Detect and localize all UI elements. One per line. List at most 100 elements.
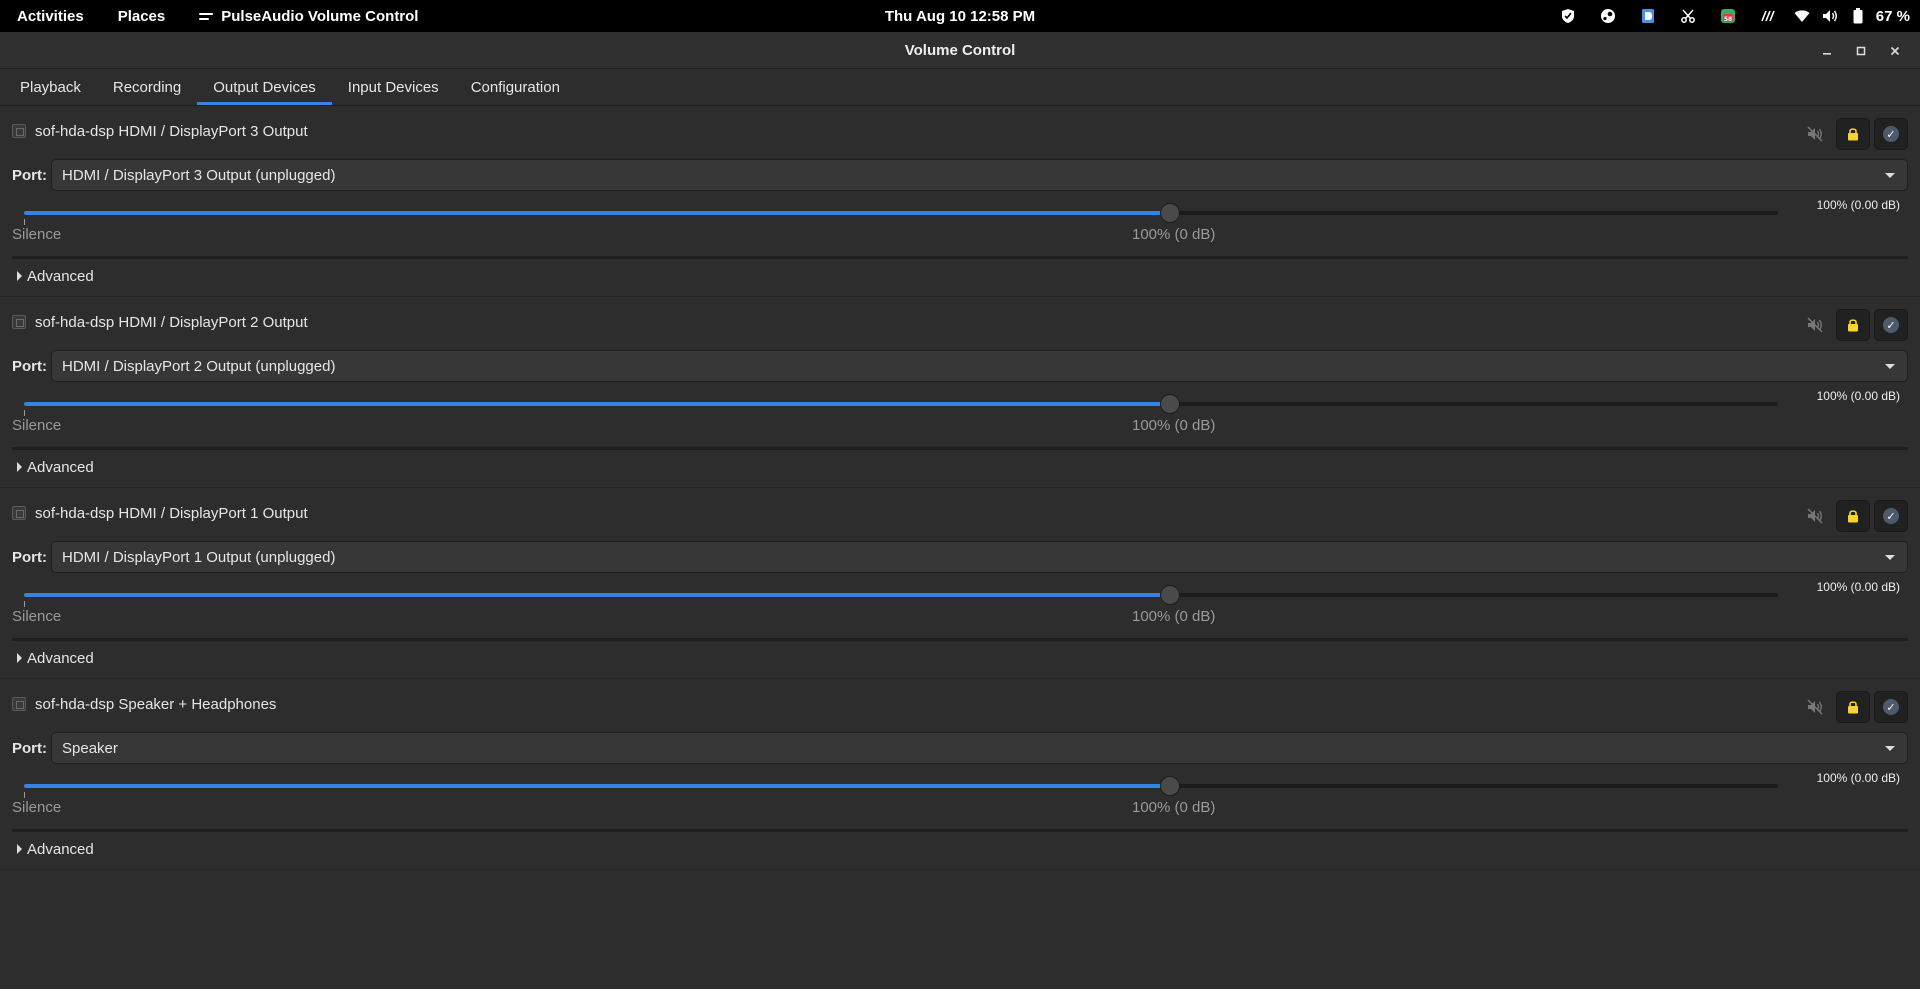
volume-slider-fill [24, 784, 1171, 788]
tab-playback[interactable]: Playback [4, 69, 97, 105]
volume-min-tick [24, 792, 25, 798]
tab-recording[interactable]: Recording [97, 69, 197, 105]
device-buttons: ✓ [1798, 500, 1908, 532]
activities-button[interactable]: Activities [0, 0, 101, 32]
chevron-down-icon [1885, 364, 1895, 369]
wave-icon[interactable] [1748, 0, 1788, 32]
output-device-list: sof-hda-dsp HDMI / DisplayPort 3 Output … [0, 106, 1920, 870]
speaker-device-icon [12, 697, 26, 711]
mute-icon [1807, 508, 1823, 524]
device-header: sof-hda-dsp HDMI / DisplayPort 1 Output [12, 502, 308, 524]
output-device: sof-hda-dsp HDMI / DisplayPort 1 Output … [0, 488, 1920, 679]
window-titlebar[interactable]: Volume Control [0, 32, 1920, 69]
lock-channels-button[interactable] [1836, 118, 1870, 150]
tab-input-devices[interactable]: Input Devices [332, 69, 455, 105]
maximize-button[interactable] [1844, 32, 1878, 69]
volume-min-tick [24, 601, 25, 607]
device-header: sof-hda-dsp Speaker + Headphones [12, 693, 276, 715]
top-bar: Activities Places PulseAudio Volume Cont… [0, 0, 1920, 32]
badge-icon[interactable]: 58 [1708, 0, 1748, 32]
hundred-percent-mark-label: 100% (0 dB) [1132, 417, 1216, 434]
mute-toggle[interactable] [1798, 500, 1832, 532]
device-header: sof-hda-dsp HDMI / DisplayPort 3 Output [12, 120, 308, 142]
volume-slider-handle[interactable] [1160, 585, 1181, 605]
volume-icon[interactable] [1816, 0, 1844, 32]
system-tray: 58 67 % [1548, 0, 1910, 32]
checkmark-icon: ✓ [1883, 699, 1899, 715]
volume-slider[interactable] [24, 203, 1778, 223]
chevron-down-icon [1885, 173, 1895, 178]
battery-icon[interactable] [1844, 0, 1872, 32]
volume-slider-handle[interactable] [1160, 203, 1181, 223]
mute-toggle[interactable] [1798, 309, 1832, 341]
expander-arrow-icon [17, 271, 22, 281]
window-controls [1810, 32, 1912, 69]
device-separator [12, 447, 1908, 450]
volume-slider-fill [24, 593, 1171, 597]
volume-slider-fill [24, 402, 1171, 406]
expander-arrow-icon [17, 844, 22, 854]
volume-min-tick [24, 219, 25, 225]
set-default-button[interactable]: ✓ [1874, 309, 1908, 341]
speaker-device-icon [12, 124, 26, 138]
advanced-expander[interactable]: Advanced [17, 838, 94, 860]
checkmark-icon: ✓ [1883, 508, 1899, 524]
battery-percent[interactable]: 67 % [1876, 8, 1910, 25]
port-label: Port: [12, 739, 47, 757]
tab-output-devices[interactable]: Output Devices [197, 69, 332, 105]
lock-channels-button[interactable] [1836, 500, 1870, 532]
advanced-expander[interactable]: Advanced [17, 265, 94, 287]
device-header: sof-hda-dsp HDMI / DisplayPort 2 Output [12, 311, 308, 333]
volume-slider[interactable] [24, 776, 1778, 796]
set-default-button[interactable]: ✓ [1874, 500, 1908, 532]
port-label: Port: [12, 357, 47, 375]
mute-toggle[interactable] [1798, 118, 1832, 150]
tab-configuration[interactable]: Configuration [455, 69, 576, 105]
volume-min-tick [24, 410, 25, 416]
port-row: Port: HDMI / DisplayPort 3 Output (unplu… [12, 159, 1908, 191]
set-default-button[interactable]: ✓ [1874, 118, 1908, 150]
port-dropdown[interactable]: HDMI / DisplayPort 3 Output (unplugged) [51, 159, 1908, 191]
shield-icon[interactable] [1548, 0, 1588, 32]
port-value: HDMI / DisplayPort 2 Output (unplugged) [62, 357, 336, 375]
window-title: Volume Control [904, 41, 1016, 59]
port-label: Port: [12, 166, 47, 184]
set-default-button[interactable]: ✓ [1874, 691, 1908, 723]
wifi-icon[interactable] [1788, 0, 1816, 32]
device-separator [12, 256, 1908, 259]
checkmark-icon: ✓ [1883, 317, 1899, 333]
volume-slider[interactable] [24, 585, 1778, 605]
silence-mark-label: Silence [12, 226, 62, 243]
steam-icon[interactable] [1588, 0, 1628, 32]
checkmark-icon: ✓ [1883, 126, 1899, 142]
close-button[interactable] [1878, 32, 1912, 69]
scissors-icon[interactable] [1668, 0, 1708, 32]
port-dropdown[interactable]: HDMI / DisplayPort 2 Output (unplugged) [51, 350, 1908, 382]
device-name: sof-hda-dsp Speaker + Headphones [35, 695, 277, 713]
app-menu-icon [199, 10, 215, 22]
volume-readout: 100% (0.00 dB) [1816, 198, 1900, 212]
output-device: sof-hda-dsp HDMI / DisplayPort 3 Output … [0, 106, 1920, 297]
output-device: sof-hda-dsp Speaker + Headphones ✓ Port:… [0, 679, 1920, 870]
port-value: HDMI / DisplayPort 3 Output (unplugged) [62, 166, 336, 184]
advanced-expander[interactable]: Advanced [17, 456, 94, 478]
port-dropdown[interactable]: HDMI / DisplayPort 1 Output (unplugged) [51, 541, 1908, 573]
minimize-button[interactable] [1810, 32, 1844, 69]
app-menu-label: PulseAudio Volume Control [221, 7, 419, 25]
port-row: Port: HDMI / DisplayPort 2 Output (unplu… [12, 350, 1908, 382]
port-dropdown[interactable]: Speaker [51, 732, 1908, 764]
lock-channels-button[interactable] [1836, 309, 1870, 341]
volume-slider-handle[interactable] [1160, 394, 1181, 414]
lock-channels-button[interactable] [1836, 691, 1870, 723]
volume-slider-handle[interactable] [1160, 776, 1181, 796]
app-menu[interactable]: PulseAudio Volume Control [182, 0, 435, 32]
places-menu[interactable]: Places [101, 0, 183, 32]
volume-readout: 100% (0.00 dB) [1816, 580, 1900, 594]
advanced-expander[interactable]: Advanced [17, 647, 94, 669]
lock-icon [1848, 510, 1858, 523]
hundred-percent-mark-label: 100% (0 dB) [1132, 608, 1216, 625]
mute-toggle[interactable] [1798, 691, 1832, 723]
dock-icon[interactable] [1628, 0, 1668, 32]
device-name: sof-hda-dsp HDMI / DisplayPort 2 Output [35, 313, 308, 331]
volume-slider[interactable] [24, 394, 1778, 414]
